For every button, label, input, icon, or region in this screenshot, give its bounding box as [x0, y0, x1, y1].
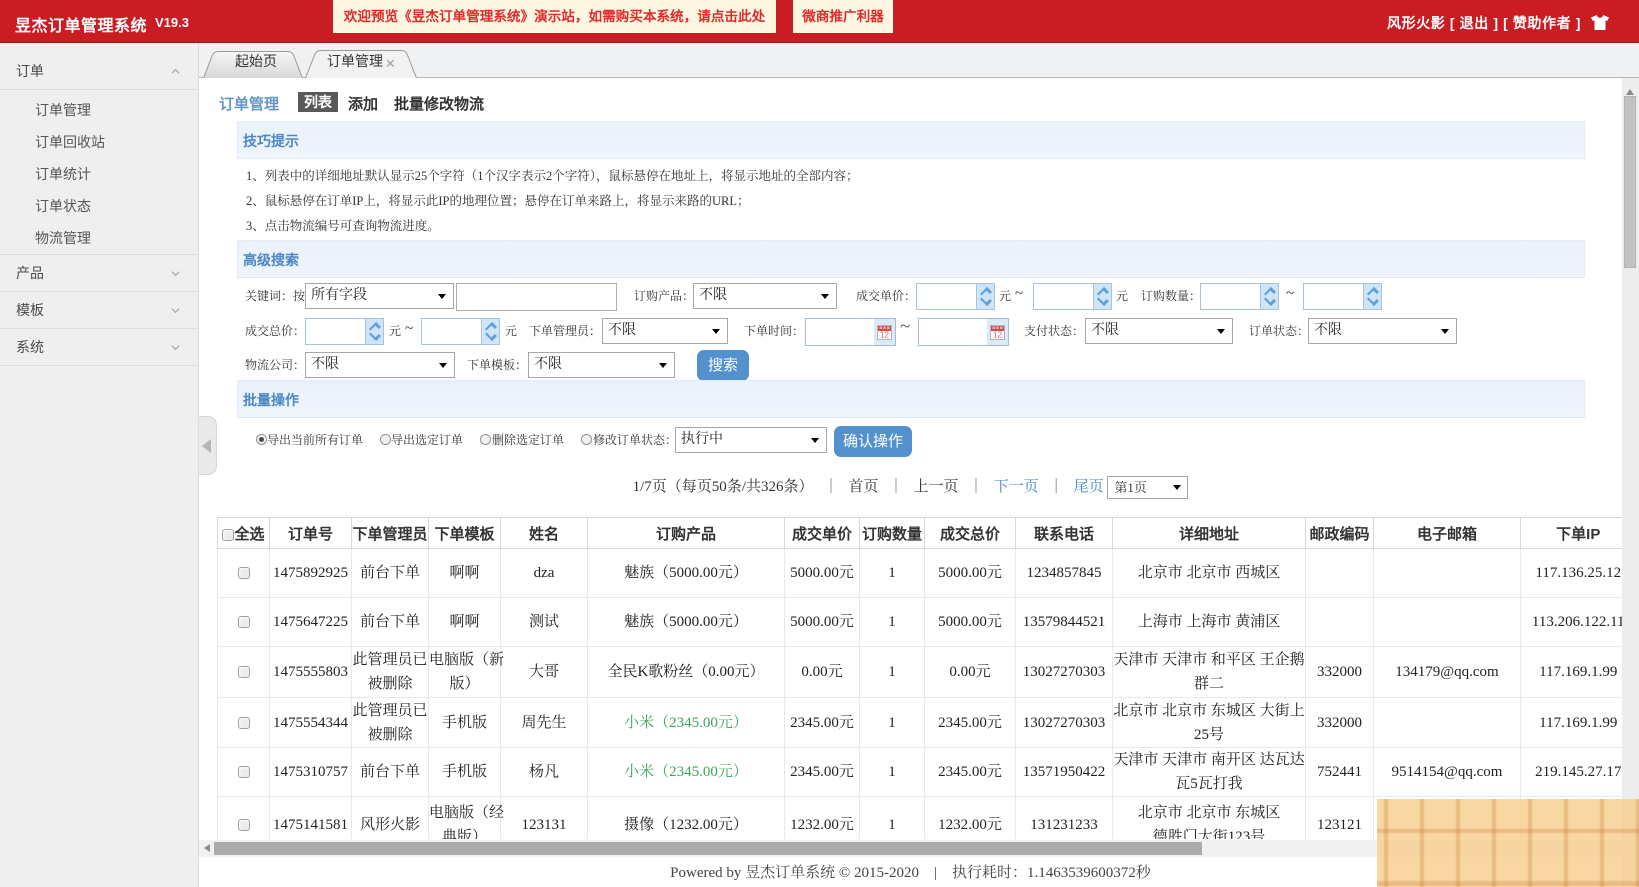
svg-text:12: 12: [993, 331, 1002, 340]
svg-text:12: 12: [880, 331, 889, 340]
